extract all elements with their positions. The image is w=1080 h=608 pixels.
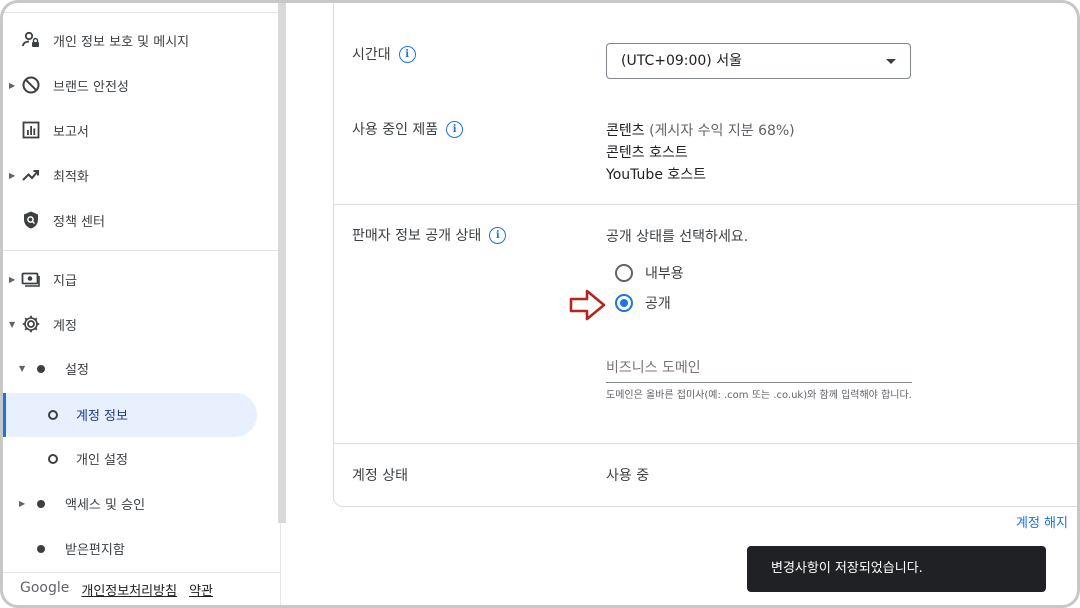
sidebar-item-payments[interactable]: ▶ 지급 <box>3 259 280 299</box>
product-line-3: YouTube 호스트 <box>606 167 707 183</box>
sidebar-item-privacy[interactable]: 개인 정보 보호 및 메시지 <box>3 20 280 60</box>
product-detail: (게시자 수익 지분 68%) <box>644 123 795 139</box>
privacy-policy-link[interactable]: 개인정보처리방침 <box>81 580 177 599</box>
seller-info-row-label: 판매자 정보 공개 상태 i <box>352 225 507 245</box>
radio-internal-label[interactable]: 내부용 <box>645 263 684 283</box>
domain-hint: 도메인은 올바른 접미사(예: .com 또는 .co.uk)와 함께 입력해야… <box>606 390 912 401</box>
sidebar-item-label: 지급 <box>53 273 77 289</box>
sidebar-item-optimization[interactable]: ▶ 최적화 <box>3 155 280 195</box>
seller-info-label: 판매자 정보 공개 상태 <box>352 228 482 244</box>
sidebar-item-label: 액세스 및 승인 <box>65 497 146 513</box>
account-status-value: 사용 중 <box>606 468 650 484</box>
radio-public[interactable] <box>615 294 633 312</box>
privacy-person-lock-icon <box>22 31 39 47</box>
sidebar-item-label: 최적화 <box>53 169 89 185</box>
sidebar: 개인 정보 보호 및 메시지 ▶ 브랜드 안전성 보고서 ▶ 최적화 정책 센터… <box>3 3 281 605</box>
row-divider <box>334 204 1080 205</box>
payments-icon <box>21 272 40 287</box>
sidebar-item-label: 계정 정보 <box>76 408 128 424</box>
toast-message: 변경사항이 저장되었습니다. <box>771 561 923 576</box>
product-line-1: 콘텐츠 (게시자 수익 지분 68%) <box>606 120 795 140</box>
expand-caret-icon[interactable]: ▶ <box>9 171 15 180</box>
sidebar-item-policy-center[interactable]: 정책 센터 <box>3 200 280 240</box>
collapse-caret-icon[interactable]: ▼ <box>19 364 25 373</box>
info-icon[interactable]: i <box>446 120 464 138</box>
expand-caret-icon[interactable]: ▶ <box>9 81 15 90</box>
sidebar-item-brand-safety[interactable]: ▶ 브랜드 안전성 <box>3 65 280 105</box>
timezone-value: (UTC+09:00) 서울 <box>621 53 742 69</box>
sidebar-subitem-personal-settings[interactable]: 개인 설정 <box>3 438 280 478</box>
sidebar-item-label: 설정 <box>65 362 89 378</box>
sidebar-divider <box>3 250 280 251</box>
product-name: 콘텐츠 <box>606 123 645 139</box>
products-row-label: 사용 중인 제품 i <box>352 119 464 139</box>
trending-up-icon <box>22 170 39 181</box>
products-label: 사용 중인 제품 <box>352 122 439 138</box>
account-status-label: 계정 상태 <box>352 468 408 484</box>
sidebar-subitem-settings[interactable]: ▼ 설정 <box>3 348 280 388</box>
visibility-prompt: 공개 상태를 선택하세요. <box>606 229 749 245</box>
business-domain-input[interactable] <box>606 354 912 383</box>
info-icon[interactable]: i <box>489 226 507 244</box>
timezone-row-label: 시간대 i <box>352 44 416 64</box>
google-logo-text: Google <box>20 580 70 596</box>
info-icon[interactable]: i <box>398 45 416 63</box>
bar-chart-icon <box>22 121 40 139</box>
block-icon <box>22 76 40 94</box>
sidebar-item-label: 받은편지함 <box>65 542 125 558</box>
sidebar-item-label: 개인 설정 <box>76 452 128 468</box>
sidebar-item-account[interactable]: ▼ 계정 <box>3 304 280 344</box>
bullet-icon <box>37 545 45 553</box>
expand-caret-icon[interactable]: ▶ <box>19 499 25 508</box>
expand-caret-icon[interactable]: ▶ <box>9 275 15 284</box>
sidebar-top-divider <box>3 12 280 13</box>
sidebar-scrollbar[interactable] <box>278 3 286 523</box>
account-status-row-label: 계정 상태 <box>352 465 408 485</box>
close-account-link[interactable]: 계정 해지 <box>1016 512 1068 531</box>
sidebar-subitem-account-info[interactable]: 계정 정보 <box>3 394 280 434</box>
collapse-caret-icon[interactable]: ▼ <box>9 320 15 329</box>
sidebar-subitem-inbox[interactable]: 받은편지함 <box>3 528 280 568</box>
annotation-arrow-icon <box>569 289 606 321</box>
timezone-select[interactable]: (UTC+09:00) 서울 <box>606 43 911 79</box>
sidebar-footer: Google 개인정보처리방침 약관 <box>20 580 213 599</box>
shield-policy-icon <box>24 211 38 229</box>
sidebar-subitem-access[interactable]: ▶ 액세스 및 승인 <box>3 483 280 523</box>
sidebar-footer-divider <box>3 572 280 573</box>
ring-bullet-icon <box>48 410 58 420</box>
sidebar-item-label: 정책 센터 <box>53 214 105 230</box>
snackbar-toast: 변경사항이 저장되었습니다. <box>747 546 1046 592</box>
bullet-icon <box>37 500 45 508</box>
sidebar-item-label: 개인 정보 보호 및 메시지 <box>53 34 190 50</box>
sidebar-item-reports[interactable]: 보고서 <box>3 110 280 150</box>
radio-internal[interactable] <box>615 264 633 282</box>
ring-bullet-icon <box>48 454 58 464</box>
timezone-label: 시간대 <box>352 47 391 63</box>
row-divider <box>334 443 1080 444</box>
sidebar-item-label: 계정 <box>53 318 77 334</box>
sidebar-item-label: 브랜드 안전성 <box>53 79 129 95</box>
bullet-icon <box>37 365 45 373</box>
product-line-2: 콘텐츠 호스트 <box>606 145 688 161</box>
gear-icon <box>22 315 40 333</box>
terms-link[interactable]: 약관 <box>189 580 213 599</box>
dropdown-arrow-icon <box>886 59 896 64</box>
radio-public-label[interactable]: 공개 <box>645 293 671 313</box>
sidebar-item-label: 보고서 <box>53 124 89 140</box>
